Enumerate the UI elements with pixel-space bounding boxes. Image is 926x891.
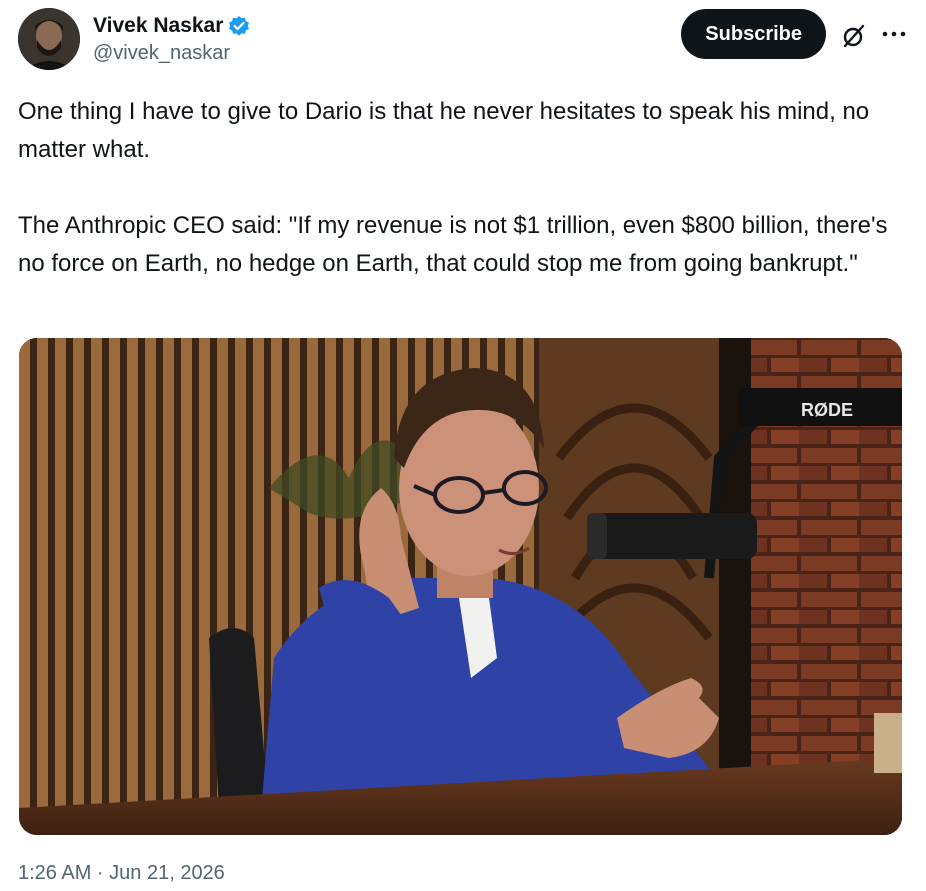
mic-brand-label: RØDE [801, 400, 853, 420]
author-name[interactable]: Vivek Naskar [93, 14, 223, 38]
tweet-paragraph: The Anthropic CEO said: "If my revenue i… [18, 212, 888, 277]
tweet-paragraph: One thing I have to give to Dario is tha… [18, 98, 870, 163]
video-media[interactable]: RØDE [19, 338, 902, 835]
tweet-header: Vivek Naskar @vivek_naskar Subscribe [18, 8, 908, 74]
subscribe-button[interactable]: Subscribe [681, 9, 826, 59]
author-block: Vivek Naskar @vivek_naskar [93, 14, 250, 65]
grok-icon[interactable] [840, 22, 868, 50]
tweet-timestamp[interactable]: 1:26 AM · Jun 21, 2026 [18, 862, 225, 885]
avatar[interactable] [18, 8, 80, 70]
more-icon[interactable] [880, 24, 908, 44]
verified-badge-icon [228, 15, 250, 37]
tweet-text: One thing I have to give to Dario is tha… [18, 93, 908, 283]
author-handle[interactable]: @vivek_naskar [93, 42, 250, 65]
